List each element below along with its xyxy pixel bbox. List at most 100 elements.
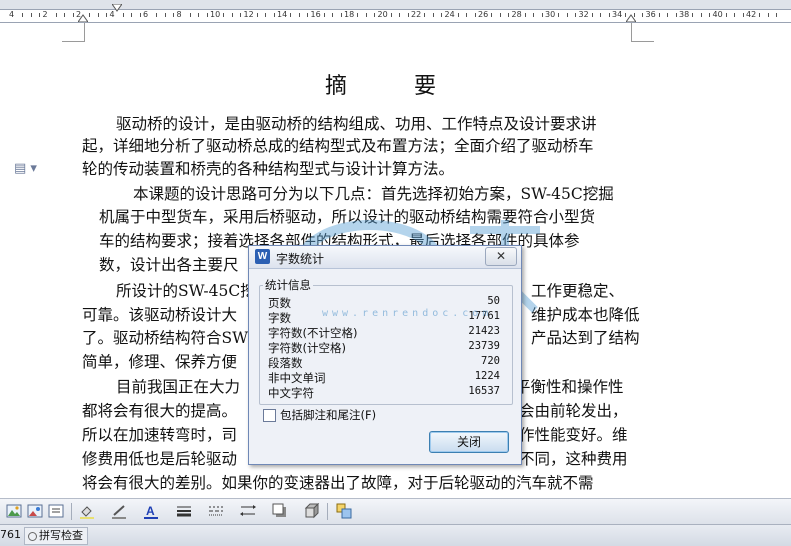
stat-value: 720	[481, 355, 500, 367]
text-line: 目前我国正在大力	[116, 378, 241, 396]
ruler-tick	[273, 13, 275, 17]
ruler-number: 20	[377, 10, 388, 19]
ruler-tick	[64, 13, 66, 17]
horizontal-ruler[interactable]: 4 2 2 4 6 8 10 12 14 16 18 20 22 24 26 28 30 32 34 36 38 40 42	[0, 0, 791, 23]
ruler-tick	[206, 13, 208, 17]
ruler-tick	[424, 13, 426, 17]
ruler-tick	[323, 13, 325, 17]
ruler-number: 8	[176, 10, 182, 19]
ruler-number: 26	[478, 10, 489, 19]
text-line: 所设计的SW-45C挖	[116, 282, 256, 300]
ruler-tick	[55, 13, 57, 17]
ruler-tick	[608, 13, 610, 17]
fill-color-icon[interactable]	[79, 503, 95, 519]
word-count-dialog: W 字数统计 ✕ 统计信息 页数 50 字数 17761 字符数(不计空格) 2142…	[248, 245, 522, 465]
ruler-tick	[307, 13, 309, 17]
text-box-icon[interactable]	[48, 503, 64, 519]
group-icon[interactable]	[336, 503, 352, 519]
svg-text:A: A	[146, 504, 155, 518]
ruler-tick	[97, 13, 99, 17]
dialog-titlebar[interactable]: W 字数统计 ✕	[249, 246, 521, 269]
text-line: 所以在加速转弯时，司	[82, 426, 238, 444]
margin-corner-left	[62, 23, 85, 42]
ruler-number: 36	[645, 10, 656, 19]
stat-value: 21423	[468, 325, 500, 337]
text-line: 工作更稳定、	[531, 282, 625, 300]
ruler-number: 34	[612, 10, 623, 19]
ruler-tick	[106, 13, 108, 17]
text-line: 本课题的设计思路可分为以下几点：首先选择初始方案，SW-45C挖掘	[133, 185, 614, 203]
ruler-tick	[709, 13, 711, 17]
ruler-tick	[407, 13, 409, 17]
ruler-tick	[575, 13, 577, 17]
ruler-tick	[332, 13, 334, 17]
include-footnotes-label[interactable]: 包括脚注和尾注(F)	[280, 407, 376, 423]
picture-format-icon[interactable]	[27, 503, 43, 519]
3d-icon[interactable]	[304, 503, 320, 519]
ruler-tick	[742, 13, 744, 17]
status-word-count[interactable]: 761	[0, 528, 21, 541]
ruler-number: 12	[243, 10, 254, 19]
ruler-tick	[164, 13, 166, 17]
ruler-tick	[642, 13, 644, 17]
spell-check-label: 拼写检查	[39, 529, 83, 542]
ruler-tick	[298, 13, 300, 17]
arrow-style-icon[interactable]	[240, 503, 256, 519]
ruler-tick	[30, 13, 32, 17]
ruler-tick	[22, 13, 24, 17]
stat-label: 非中文单词	[268, 371, 326, 385]
line-style-icon[interactable]	[176, 503, 192, 519]
ruler-tick	[139, 13, 141, 17]
insert-picture-icon[interactable]	[6, 503, 22, 519]
stat-label: 段落数	[268, 356, 303, 370]
text-line: 不同，这种费用	[519, 450, 628, 468]
line-color-icon[interactable]	[111, 503, 127, 519]
stat-label: 字符数(不计空格)	[268, 326, 358, 340]
ruler-tick	[508, 13, 510, 17]
stat-value: 1224	[474, 370, 500, 382]
ruler-tick	[566, 13, 568, 17]
ruler-tick	[131, 13, 133, 17]
ruler-number: 30	[545, 10, 556, 19]
ruler-number: 6	[143, 10, 149, 19]
ruler-tick	[365, 13, 367, 17]
first-line-indent-marker[interactable]	[112, 4, 122, 14]
text-line: 机属于中型货车，采用后桥驱动，所以设计的驱动桥结构需要符合小型货	[99, 208, 596, 226]
close-button[interactable]: ✕	[485, 247, 517, 266]
ruler-tick	[499, 13, 501, 17]
ruler-tick	[256, 13, 258, 17]
ruler-tick	[541, 13, 543, 17]
stat-row: 非中文单词 1224	[268, 370, 500, 385]
ruler-tick	[533, 13, 535, 17]
stat-value: 23739	[468, 340, 500, 352]
close-dialog-button[interactable]: 关闭	[429, 431, 509, 453]
left-indent-marker[interactable]	[78, 12, 88, 22]
drawing-toolbar: A	[0, 498, 791, 524]
ruler-number: 14	[277, 10, 288, 19]
ruler-number: 18	[344, 10, 355, 19]
ruler-tick	[89, 13, 91, 17]
text-line: 可靠。该驱动桥设计大	[82, 306, 238, 324]
watermark-url: www.renrendoc.com	[322, 308, 493, 319]
ruler-tick	[374, 13, 376, 17]
ruler-tick	[173, 13, 175, 17]
text-line: 产品达到了结构	[531, 329, 640, 347]
font-color-icon[interactable]: A	[143, 503, 159, 519]
ruler-number: 28	[511, 10, 522, 19]
spell-check-button[interactable]: 拼写检查	[24, 527, 88, 545]
ruler-number: 16	[310, 10, 321, 19]
shadow-icon[interactable]	[272, 503, 288, 519]
ruler-tick	[725, 13, 727, 17]
paragraph-layout-icon[interactable]: ▤ ▾	[14, 161, 37, 176]
dash-style-icon[interactable]	[208, 503, 224, 519]
ruler-number: 40	[712, 10, 723, 19]
stat-row: 字符数(计空格) 23739	[268, 340, 500, 355]
ruler-tick	[72, 13, 74, 17]
ruler-tick	[734, 13, 736, 17]
ruler-tick	[759, 13, 761, 17]
ruler-tick	[223, 13, 225, 17]
ruler-tick	[432, 13, 434, 17]
right-indent-marker[interactable]	[626, 12, 636, 22]
include-footnotes-checkbox[interactable]	[263, 409, 276, 422]
ruler-tick	[466, 13, 468, 17]
